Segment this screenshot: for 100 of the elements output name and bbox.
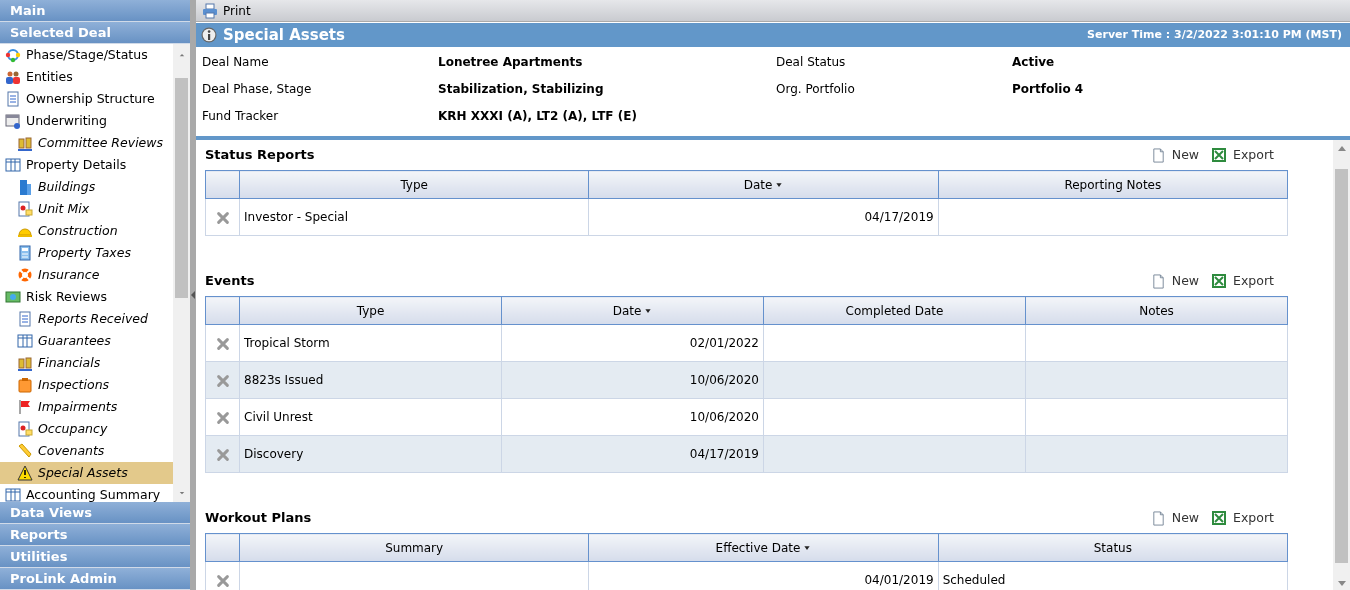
flag-icon xyxy=(17,399,33,415)
sidebar-item[interactable]: Occupancy xyxy=(0,418,173,440)
clipboard-icon xyxy=(17,377,33,393)
column-header[interactable]: Date xyxy=(588,170,939,199)
document-icon xyxy=(17,201,33,217)
field-label: Deal Name xyxy=(202,54,270,71)
sidebar-item[interactable]: Financials xyxy=(0,352,173,374)
field-label: Deal Status xyxy=(776,54,847,71)
print-button[interactable]: Print xyxy=(202,1,251,20)
info-icon xyxy=(201,27,217,43)
column-header[interactable]: Type xyxy=(239,170,589,199)
sidebar-item[interactable]: Phase/Stage/Status xyxy=(0,44,173,66)
table-cell: 04/17/2019 xyxy=(501,435,764,473)
delete-icon[interactable] xyxy=(215,336,230,351)
coins-icon xyxy=(17,355,33,371)
sidebar-item[interactable]: Property Details xyxy=(0,154,173,176)
column-header[interactable]: Completed Date xyxy=(763,296,1026,325)
field-label: Deal Phase, Stage xyxy=(202,81,313,98)
table-cell: 8823s Issued xyxy=(239,361,502,399)
scroll-down-icon[interactable] xyxy=(1337,581,1346,586)
table-cell: Discovery xyxy=(239,435,502,473)
coins-icon xyxy=(17,135,33,151)
money-icon xyxy=(5,289,21,305)
sidebar-item[interactable]: Property Taxes xyxy=(0,242,173,264)
table-cell: Investor - Special xyxy=(239,198,589,236)
table-icon xyxy=(17,333,33,349)
window-icon xyxy=(5,113,21,129)
sidebar-item[interactable]: Guarantees xyxy=(0,330,173,352)
sidebar-item[interactable]: Accounting Summary xyxy=(0,484,173,502)
page-title: Special Assets xyxy=(223,26,345,44)
collapse-arrow-icon[interactable] xyxy=(191,291,195,299)
delete-icon[interactable] xyxy=(215,573,230,588)
table-icon xyxy=(5,157,21,173)
spreadsheet-icon xyxy=(1211,510,1228,526)
column-header[interactable]: Reporting Notes xyxy=(938,170,1288,199)
sidebar-item[interactable]: Insurance xyxy=(0,264,173,286)
building-icon xyxy=(17,179,33,195)
field-value: Active xyxy=(1012,54,1056,71)
column-header[interactable]: Effective Date xyxy=(588,533,939,562)
sidebar-item[interactable]: Covenants xyxy=(0,440,173,462)
document-icon xyxy=(5,91,21,107)
sidebar-item[interactable]: Ownership Structure xyxy=(0,88,173,110)
document-icon xyxy=(17,421,33,437)
field-value: Lonetree Apartments xyxy=(438,54,584,71)
document-icon xyxy=(17,311,33,327)
column-header[interactable]: Notes xyxy=(1025,296,1288,325)
cycle-icon xyxy=(5,47,21,63)
spreadsheet-icon xyxy=(1211,147,1228,163)
new-button[interactable]: New xyxy=(1150,271,1200,291)
new-button[interactable]: New xyxy=(1150,508,1200,528)
section-title: Status Reports xyxy=(205,147,315,163)
column-header[interactable]: Summary xyxy=(239,533,589,562)
column-header[interactable]: Status xyxy=(938,533,1288,562)
column-header[interactable]: Type xyxy=(239,296,502,325)
document-icon xyxy=(1150,509,1166,527)
export-button[interactable]: Export xyxy=(1211,508,1274,528)
scroll-up-icon[interactable] xyxy=(177,52,186,58)
table-header xyxy=(205,296,240,325)
table-cell: 02/01/2022 xyxy=(501,324,764,362)
sidebar-item[interactable]: Inspections xyxy=(0,374,173,396)
sidebar-item[interactable]: Special Assets xyxy=(0,462,173,484)
scroll-down-icon[interactable] xyxy=(177,490,186,496)
delete-icon[interactable] xyxy=(215,410,230,425)
scrollbar-thumb[interactable] xyxy=(175,78,188,298)
table-cell: Tropical Storm xyxy=(239,324,502,362)
sidebar-item[interactable]: Reports Received xyxy=(0,308,173,330)
table-cell: 10/06/2020 xyxy=(501,361,764,399)
sidebar-item[interactable]: Buildings xyxy=(0,176,173,198)
warning-icon xyxy=(17,465,33,481)
sidebar-item[interactable]: Underwriting xyxy=(0,110,173,132)
sort-descending-icon xyxy=(803,545,812,551)
column-header[interactable]: Date xyxy=(501,296,764,325)
sidebar-item[interactable]: Construction xyxy=(0,220,173,242)
field-label: Fund Tracker xyxy=(202,108,280,125)
table-cell: Civil Unrest xyxy=(239,398,502,436)
table-icon xyxy=(5,487,21,502)
export-button[interactable]: Export xyxy=(1211,271,1274,291)
sort-descending-icon xyxy=(644,308,653,314)
sidebar-item[interactable]: Impairments xyxy=(0,396,173,418)
sidebar-item[interactable]: Committee Reviews xyxy=(0,132,173,154)
scrollbar-thumb[interactable] xyxy=(1335,169,1348,563)
delete-icon[interactable] xyxy=(215,373,230,388)
sidebar-item[interactable]: Risk Reviews xyxy=(0,286,173,308)
server-time: Server Time : 3/2/2022 3:01:10 PM (MST) xyxy=(1087,26,1342,43)
sidebar-item[interactable]: Unit Mix xyxy=(0,198,173,220)
scroll-up-icon[interactable] xyxy=(1337,146,1346,151)
document-icon xyxy=(1150,146,1166,164)
delete-icon[interactable] xyxy=(215,447,230,462)
table-cell: 04/17/2019 xyxy=(588,198,939,236)
printer-icon xyxy=(202,2,218,19)
field-label: Org. Portfolio xyxy=(776,81,856,98)
table-header xyxy=(205,170,240,199)
lifebuoy-icon xyxy=(17,267,33,283)
section-title: Events xyxy=(205,273,255,289)
new-button[interactable]: New xyxy=(1150,145,1200,165)
field-value: Portfolio 4 xyxy=(1012,81,1085,98)
delete-icon[interactable] xyxy=(215,210,230,225)
sidebar-item[interactable]: Entities xyxy=(0,66,173,88)
export-button[interactable]: Export xyxy=(1211,145,1274,165)
field-value: Stabilization, Stabilizing xyxy=(438,81,605,98)
